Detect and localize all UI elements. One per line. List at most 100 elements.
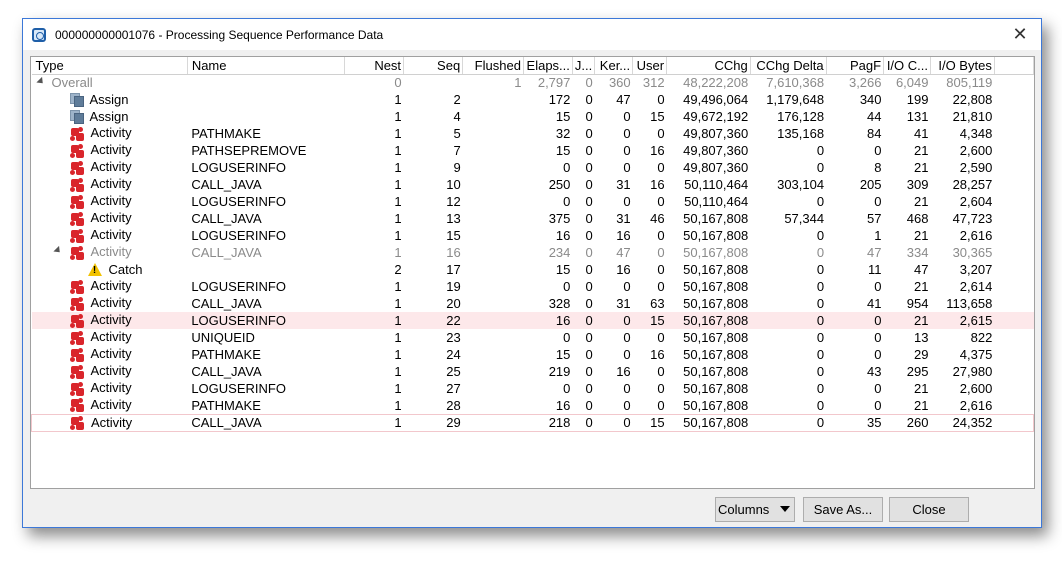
pagf-cell: 84 [867,126,882,141]
table-row[interactable]: Activity LOGUSERINFO 1 12 0 0 0 0 50,110,464 0 0 21… [32,193,1034,210]
column-header[interactable]: J... [572,57,596,75]
table-row[interactable]: Activity CALL_JAVA 1 25 219 0 16 0 50,167,808 0 43… [32,363,1034,380]
row-filler [994,193,1033,210]
elapsed-cell: 16 [523,312,573,329]
table-row[interactable]: Overall 0 1 2,797 0 360 312 48,222,208 7,610,368… [32,74,1034,91]
row-filler [994,142,1033,159]
column-header[interactable]: Elaps... [523,57,573,75]
table-row[interactable]: Activity CALL_JAVA 1 16 234 0 47 0 50,167,808 0 47… [32,244,1034,261]
seq-cell: 13 [446,211,461,226]
table-row[interactable]: ! Catch 2 17 15 0 16 0 50,167,808 0 11 47 3,207 [32,261,1034,278]
pagf-cell: 0 [874,347,882,362]
type-label: Activity [90,227,132,243]
type-cell: Overall [32,74,188,91]
title-bar: 000000000001076 - Processing Sequence Pe… [23,19,1041,50]
column-header[interactable]: Type [31,57,188,75]
table-row[interactable]: Activity LOGUSERINFO 1 27 0 0 0 0 50,167,808 0 0 21… [32,380,1034,397]
iobytes-cell: 2,600 [959,381,993,396]
seq-cell: 4 [453,109,461,124]
pagf-cell: 57 [867,211,882,226]
cchg-cell: 48,222,208 [683,75,749,91]
table-row[interactable]: Activity LOGUSERINFO 1 19 0 0 0 0 50,167,808 0 0 21… [32,278,1034,295]
elapsed-cell: 0 [563,381,571,396]
type-cell: Activity [32,295,188,312]
name-cell: LOGUSERINFO [191,228,286,243]
table-row[interactable]: Assign 1 4 15 0 0 15 49,672,192 176,128 44 131 21,8… [32,108,1034,125]
activity-icon [69,330,85,346]
table-row[interactable]: Activity PATHMAKE 1 28 16 0 0 0 50,167,808 0 0 21 2,… [32,397,1034,414]
table-row[interactable]: Activity LOGUSERINFO 1 22 16 0 0 15 50,167,808 0 0… [31,312,1034,329]
j-cell: 0 [585,364,593,379]
user-cell: 0 [657,279,665,294]
column-header[interactable]: I/O Bytes [930,57,995,75]
ioc-cell: 131 [906,109,929,124]
type-cell: Activity [32,227,188,244]
elapsed-cell: 0 [563,160,571,175]
table-row[interactable]: Activity CALL_JAVA 1 29 218 0 0 15 50,167,808 0 35… [31,413,1034,432]
cchg-cell: 50,167,808 [683,279,749,294]
user-cell: 0 [657,126,665,141]
cchg-cell: 50,167,808 [683,245,749,260]
name-cell: UNIQUEID [191,330,255,345]
column-header[interactable]: Flushed [462,57,524,75]
cchg-cell: 50,167,808 [683,211,749,226]
save-as-button[interactable]: Save As... [803,497,883,522]
ioc-cell: 21 [914,228,929,243]
table-row[interactable]: Activity PATHMAKE 1 5 32 0 0 0 49,807,360 135,168… [32,125,1034,142]
nest-cell: 1 [394,194,402,209]
column-header[interactable]: User [632,57,668,75]
column-header[interactable]: CChg [666,57,751,75]
flushed-cell [463,125,524,142]
nest-cell: 1 [344,312,404,329]
iobytes-cell: 30,365 [952,245,993,260]
close-button[interactable]: Close [889,497,969,522]
table-row[interactable]: Activity CALL_JAVA 1 13 375 0 31 46 50,167,808 57… [32,210,1034,227]
type-label: Activity [90,346,132,362]
table-row[interactable]: Activity LOGUSERINFO 1 9 0 0 0 0 49,807,360 0 8 21 2… [32,159,1034,176]
j-cell: 0 [585,279,593,294]
close-icon[interactable]: ✕ [1009,23,1031,45]
seq-cell: 29 [403,413,463,432]
column-header[interactable]: PagF [826,57,885,75]
ker-cell: 16 [616,228,631,243]
nest-cell: 1 [394,381,402,396]
performance-table-frame[interactable]: Type Name Nest Seq Flushed Elaps... J... Ker...… [30,56,1035,489]
column-header[interactable]: Seq [403,57,464,75]
columns-dropdown-button[interactable]: Columns [715,497,795,522]
table-row[interactable]: Activity LOGUSERINFO 1 15 16 0 16 0 50,167,808 0 1… [32,227,1034,244]
cchg-cell: 50,167,808 [683,397,749,413]
ker-cell: 0 [623,397,631,413]
column-header[interactable]: Nest [344,57,405,75]
cchg-delta-cell: 0 [816,397,825,413]
user-cell: 63 [650,296,665,311]
column-header[interactable]: Name [187,57,345,75]
nest-cell: 2 [394,262,402,277]
row-filler [994,91,1033,108]
table-row[interactable]: Activity PATHSEPREMOVE 1 7 15 0 0 16 49,807,360 0… [32,142,1034,159]
cchg-cell: 49,807,360 [683,143,749,158]
table-row[interactable]: Activity PATHMAKE 1 24 15 0 0 16 50,167,808 0 0 29 4… [32,346,1034,363]
column-header[interactable]: Ker... [594,57,634,75]
iobytes-cell: 2,604 [959,194,993,209]
table-row[interactable]: Activity CALL_JAVA 1 20 328 0 31 63 50,167,808 0 4… [32,295,1034,312]
expand-toggle-icon[interactable] [35,76,46,86]
seq-cell: 9 [453,160,461,175]
seq-cell: 17 [446,262,461,277]
cchg-cell: 50,167,808 [683,228,749,243]
name-cell [187,108,344,125]
table-row[interactable]: Activity UNIQUEID 1 23 0 0 0 0 50,167,808 0 0 13 822 [32,329,1034,346]
column-header[interactable]: I/O C... [883,57,931,75]
type-label: Activity [90,193,132,209]
name-cell: PATHSEPREMOVE [191,143,307,158]
name-cell: CALL_JAVA [191,296,262,311]
table-row[interactable]: Activity CALL_JAVA 1 10 250 0 31 16 50,110,464 30… [32,176,1034,193]
iobytes-cell: 2,590 [959,160,993,175]
column-header[interactable]: CChg Delta [750,57,827,75]
seq-cell: 20 [446,296,461,311]
expand-toggle-icon[interactable] [52,245,63,256]
j-cell: 0 [585,330,593,345]
pagf-cell: 1 [874,228,882,243]
table-row[interactable]: Assign 1 2 172 0 47 0 49,496,064 1,179,648 340 199… [32,91,1034,108]
cchg-delta-cell: 0 [816,364,825,379]
cchg-cell: 50,110,464 [684,177,749,192]
